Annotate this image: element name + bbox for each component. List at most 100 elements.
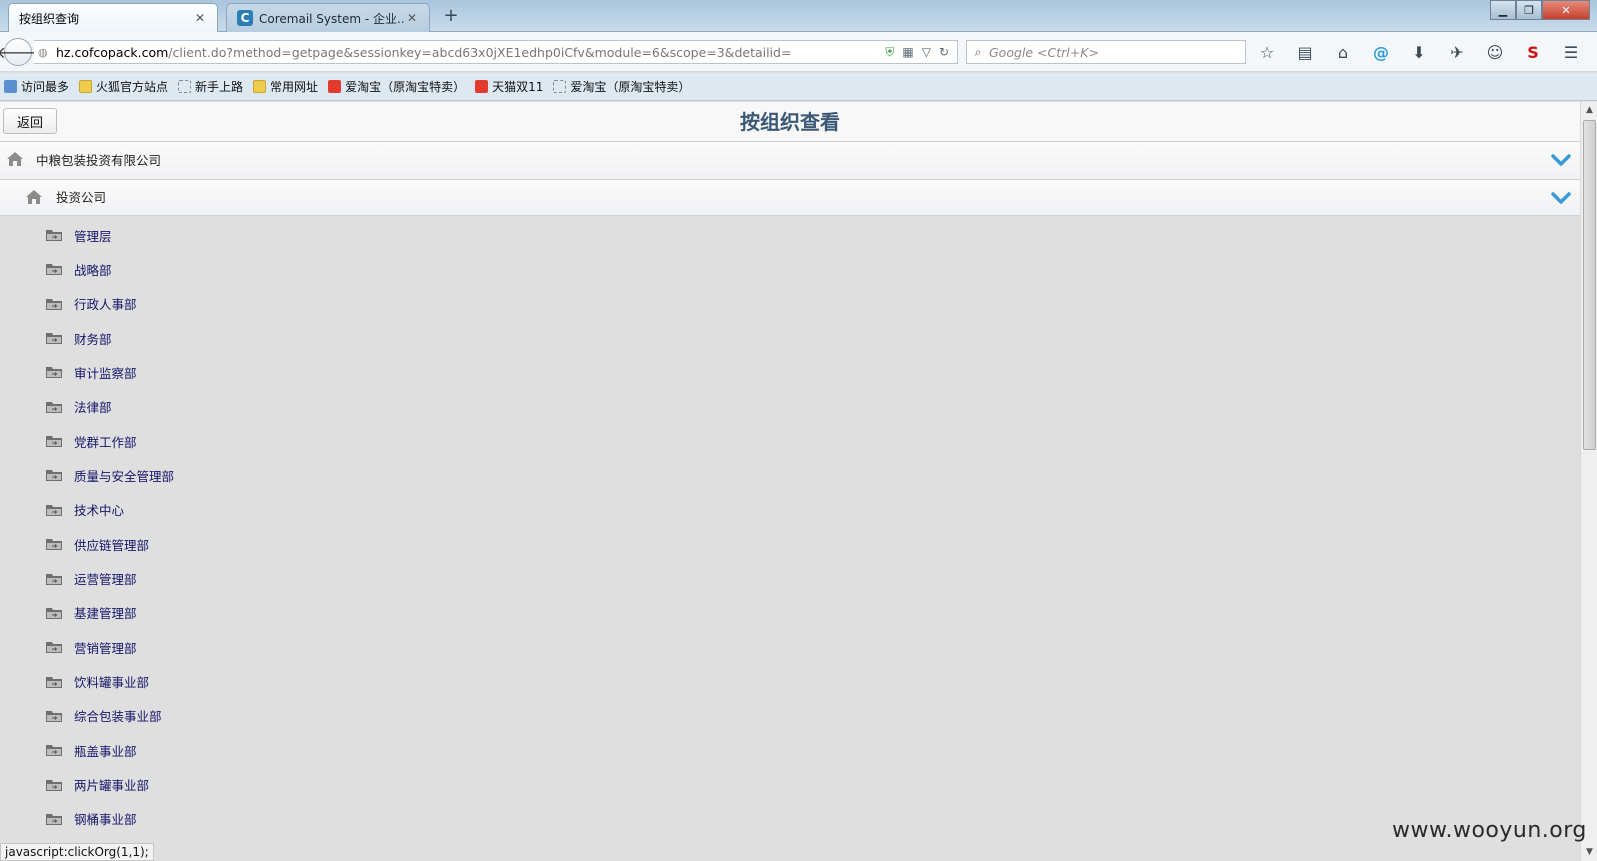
bookmark-ai-taobao-1[interactable]: 爱淘宝（原淘宝特卖） bbox=[328, 78, 465, 95]
department-item[interactable]: 法律部 bbox=[45, 395, 112, 419]
bookmark-firefox-site[interactable]: 火狐官方站点 bbox=[79, 78, 168, 95]
department-label: 财务部 bbox=[74, 331, 112, 347]
close-icon[interactable]: ✕ bbox=[193, 11, 207, 25]
department-label: 党群工作部 bbox=[74, 434, 137, 450]
tab-coremail[interactable]: C Coremail System - 企业... ✕ bbox=[226, 3, 430, 32]
folder-icon bbox=[46, 367, 62, 379]
folder-icon bbox=[46, 401, 62, 413]
department-item[interactable]: 党群工作部 bbox=[45, 429, 137, 453]
folder-icon bbox=[46, 676, 62, 688]
org-label: 中粮包装投资有限公司 bbox=[36, 153, 162, 168]
folder-icon bbox=[46, 230, 62, 241]
department-label: 供应链管理部 bbox=[74, 537, 150, 553]
reading-list-icon[interactable]: ▤ bbox=[1293, 43, 1317, 62]
bookmark-icon bbox=[4, 80, 17, 93]
department-label: 技术中心 bbox=[74, 503, 125, 519]
department-item[interactable]: 审计监察部 bbox=[45, 360, 137, 384]
bookmark-ai-taobao-2[interactable]: 爱淘宝（原淘宝特卖） bbox=[553, 78, 690, 95]
home-icon[interactable]: ⌂ bbox=[1331, 43, 1355, 62]
bookmarks-bar: 访问最多 火狐官方站点 新手上路 常用网址 爱淘宝（原淘宝特卖） 天猫双11 爱… bbox=[0, 73, 1597, 101]
new-tab-button[interactable]: + bbox=[440, 5, 462, 27]
department-item[interactable]: 营销管理部 bbox=[45, 635, 137, 659]
department-label: 运营管理部 bbox=[74, 572, 137, 587]
department-label: 管理层 bbox=[74, 228, 112, 244]
org-row-sub[interactable]: 投资公司 bbox=[0, 180, 1580, 216]
department-item[interactable]: 运营管理部 bbox=[45, 567, 137, 591]
bookmark-common-sites[interactable]: 常用网址 bbox=[253, 78, 318, 95]
department-item[interactable]: 管理层 bbox=[45, 223, 112, 247]
bookmark-tmall[interactable]: 天猫双11 bbox=[475, 78, 543, 95]
minimize-button[interactable]: ▁ bbox=[1490, 0, 1516, 20]
close-window-button[interactable]: ✕ bbox=[1542, 0, 1590, 20]
department-label: 审计监察部 bbox=[74, 365, 137, 381]
chat-icon[interactable]: ☺ bbox=[1483, 43, 1507, 62]
tab-label: Coremail System - 企业... bbox=[259, 11, 405, 26]
bookmark-most-visited[interactable]: 访问最多 bbox=[4, 78, 69, 95]
return-button[interactable]: 返回 bbox=[3, 108, 57, 134]
scroll-thumb[interactable] bbox=[1583, 120, 1596, 450]
tmall-icon bbox=[475, 80, 489, 93]
department-label: 综合包装事业部 bbox=[74, 709, 162, 725]
department-item[interactable]: 行政人事部 bbox=[45, 292, 137, 316]
home-icon bbox=[7, 152, 23, 166]
vertical-scrollbar[interactable]: ▲ ▼ bbox=[1580, 102, 1597, 861]
folder-icon bbox=[46, 298, 62, 310]
page-icon bbox=[178, 80, 192, 93]
back-button[interactable]: 🡐 bbox=[0, 38, 39, 66]
department-label: 营销管理部 bbox=[74, 640, 137, 656]
department-label: 质量与安全管理部 bbox=[74, 468, 175, 484]
department-item[interactable]: 技术中心 bbox=[45, 498, 124, 522]
department-item[interactable]: 基建管理部 bbox=[45, 601, 137, 625]
department-item[interactable]: 战略部 bbox=[45, 257, 112, 281]
address-bar[interactable]: ◍ hz.cofcopack.com/client.do?method=getp… bbox=[34, 40, 958, 64]
maximize-button[interactable]: ❐ bbox=[1516, 0, 1542, 20]
department-item[interactable]: 质量与安全管理部 bbox=[45, 463, 174, 487]
folder-icon bbox=[46, 642, 62, 654]
folder-icon bbox=[46, 333, 62, 345]
download-icon[interactable]: ⬇ bbox=[1407, 43, 1431, 62]
bookmark-getting-started[interactable]: 新手上路 bbox=[178, 78, 243, 95]
department-item[interactable]: 钢桶事业部 bbox=[45, 807, 137, 831]
search-input[interactable]: ⌕ Google <Ctrl+K> bbox=[966, 40, 1246, 64]
department-label: 饮料罐事业部 bbox=[74, 675, 150, 691]
dropdown-icon[interactable]: ▽ bbox=[922, 45, 931, 60]
folder-icon bbox=[46, 504, 62, 516]
department-item[interactable]: 饮料罐事业部 bbox=[45, 670, 149, 694]
mail-at-icon[interactable]: @ bbox=[1369, 43, 1393, 62]
folder-icon bbox=[46, 539, 62, 551]
department-item[interactable]: 供应链管理部 bbox=[45, 532, 149, 556]
org-row-root[interactable]: 中粮包装投资有限公司 bbox=[0, 142, 1580, 180]
shield-icon[interactable]: ⛨ bbox=[885, 45, 894, 60]
url-text: hz.cofcopack.com/client.do?method=getpag… bbox=[56, 44, 792, 60]
department-label: 法律部 bbox=[74, 400, 112, 416]
chevron-down-icon[interactable] bbox=[1551, 152, 1571, 168]
page-icon bbox=[553, 80, 567, 93]
department-item[interactable]: 瓶盖事业部 bbox=[45, 738, 137, 762]
folder-icon bbox=[46, 470, 62, 482]
org-label: 投资公司 bbox=[56, 190, 107, 205]
department-item[interactable]: 财务部 bbox=[45, 326, 112, 350]
scroll-down-arrow-icon[interactable]: ▼ bbox=[1581, 844, 1597, 861]
reload-icon[interactable]: ↻ bbox=[939, 45, 949, 60]
department-label: 基建管理部 bbox=[74, 606, 137, 622]
folder-icon bbox=[46, 779, 62, 791]
folder-icon bbox=[46, 573, 62, 585]
department-label: 战略部 bbox=[74, 262, 112, 278]
watermark: www.wooyun.org bbox=[1392, 818, 1587, 843]
tab-org-query[interactable]: 按组织查询 ✕ bbox=[8, 3, 218, 32]
addon-icon[interactable]: ✈ bbox=[1445, 43, 1469, 62]
department-item[interactable]: 两片罐事业部 bbox=[45, 773, 149, 797]
close-icon[interactable]: ✕ bbox=[405, 11, 419, 25]
chevron-down-icon[interactable] bbox=[1551, 190, 1571, 206]
folder-icon bbox=[46, 607, 62, 619]
navigation-bar: 🡐 ◍ hz.cofcopack.com/client.do?method=ge… bbox=[0, 32, 1597, 72]
scroll-up-arrow-icon[interactable]: ▲ bbox=[1581, 102, 1597, 119]
page-header: 按组织查看 返回 bbox=[0, 102, 1580, 142]
page-content: 按组织查看 返回 中粮包装投资有限公司 投资公司 管理层战略部行政人事部财务部审… bbox=[0, 102, 1580, 861]
department-item[interactable]: 综合包装事业部 bbox=[45, 704, 162, 728]
bookmark-star-icon[interactable]: ☆ bbox=[1255, 43, 1279, 62]
qr-code-icon[interactable]: ▦ bbox=[902, 45, 913, 60]
home-icon bbox=[26, 190, 42, 204]
menu-icon[interactable]: ☰ bbox=[1559, 43, 1583, 62]
sogou-icon[interactable]: S bbox=[1521, 43, 1545, 62]
